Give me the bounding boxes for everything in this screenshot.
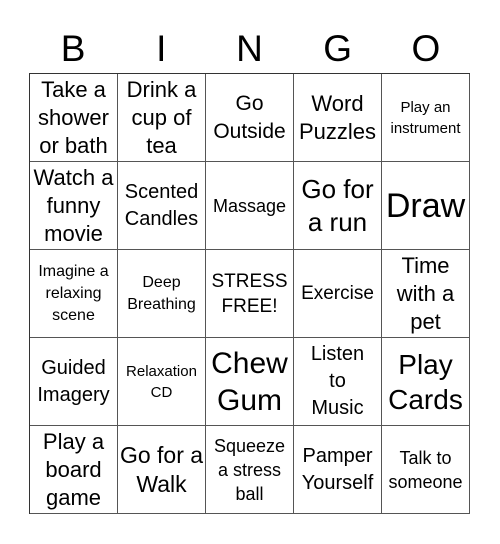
cell-text: Exercise (301, 283, 374, 304)
cell-text: Play Cards (388, 348, 463, 415)
cell-text: Scented Candles (124, 180, 199, 230)
cell-text: Drink a cup of tea (126, 76, 197, 158)
bingo-cell[interactable]: Play an instrument (382, 74, 470, 162)
cell-text: Chew Gum (211, 346, 288, 417)
bingo-cell[interactable]: Chew Gum (206, 338, 294, 426)
cell-text: Go for a run (301, 173, 374, 237)
free-space-text: STRESS FREE! (211, 270, 288, 317)
cell-text: Take a shower or bath (38, 76, 109, 158)
header-letter-g: G (323, 28, 353, 69)
cell-text: Time with a pet (396, 252, 455, 334)
bingo-cell[interactable]: Deep Breathing (118, 250, 206, 338)
bingo-cell[interactable]: Imagine a relaxing scene (30, 250, 118, 338)
bingo-cell[interactable]: Take a shower or bath (30, 74, 118, 162)
header-letter-n: N (236, 28, 263, 69)
cell-text: Listen to Music (310, 343, 365, 419)
bingo-cell[interactable]: Word Puzzles (294, 74, 382, 162)
cell-text: Deep Breathing (127, 273, 196, 313)
bingo-cell[interactable]: Talk to someone (382, 426, 470, 514)
cell-text: Talk to someone (388, 447, 463, 492)
header-letter-o: O (411, 28, 441, 69)
bingo-cell[interactable]: Drink a cup of tea (118, 74, 206, 162)
cell-text: Go Outside (213, 91, 286, 143)
cell-text: Guided Imagery (37, 356, 110, 406)
cell-text: Watch a funny movie (33, 164, 114, 246)
cell-text: Squeeze a stress ball (213, 435, 286, 504)
bingo-cell[interactable]: Play a board game (30, 426, 118, 514)
bingo-cell[interactable]: Pamper Yourself (294, 426, 382, 514)
bingo-cell[interactable]: Play Cards (382, 338, 470, 426)
bingo-cell[interactable]: Relaxation CD (118, 338, 206, 426)
bingo-cell[interactable]: Squeeze a stress ball (206, 426, 294, 514)
bingo-cell[interactable]: Go for a Walk (118, 426, 206, 514)
cell-text: Play a board game (42, 428, 105, 510)
header-letter-b: B (60, 28, 86, 69)
bingo-cell[interactable]: Draw (382, 162, 470, 250)
cell-text: Pamper Yourself (301, 444, 374, 494)
bingo-cell[interactable]: Exercise (294, 250, 382, 338)
cell-text: Go for a Walk (119, 441, 204, 497)
bingo-cell[interactable]: Scented Candles (118, 162, 206, 250)
cell-text: Imagine a relaxing scene (38, 262, 109, 324)
bingo-cell[interactable]: Listen to Music (294, 338, 382, 426)
bingo-cell[interactable]: Guided Imagery (30, 338, 118, 426)
bingo-cell free-space[interactable]: STRESS FREE! (206, 250, 294, 338)
cell-text: Relaxation CD (126, 362, 197, 401)
bingo-header: B I N G O (29, 28, 470, 70)
cell-text: Massage (212, 195, 287, 216)
bingo-cell[interactable]: Go for a run (294, 162, 382, 250)
bingo-cell[interactable]: Go Outside (206, 74, 294, 162)
cell-text: Draw (385, 186, 466, 225)
bingo-cell[interactable]: Watch a funny movie (30, 162, 118, 250)
cell-text: Word Puzzles (298, 90, 377, 144)
bingo-cell[interactable]: Massage (206, 162, 294, 250)
bingo-card-grid: Take a shower or bath Drink a cup of tea… (29, 73, 470, 514)
header-letter-i: I (156, 28, 167, 69)
bingo-cell[interactable]: Time with a pet (382, 250, 470, 338)
cell-text: Play an instrument (390, 98, 461, 137)
